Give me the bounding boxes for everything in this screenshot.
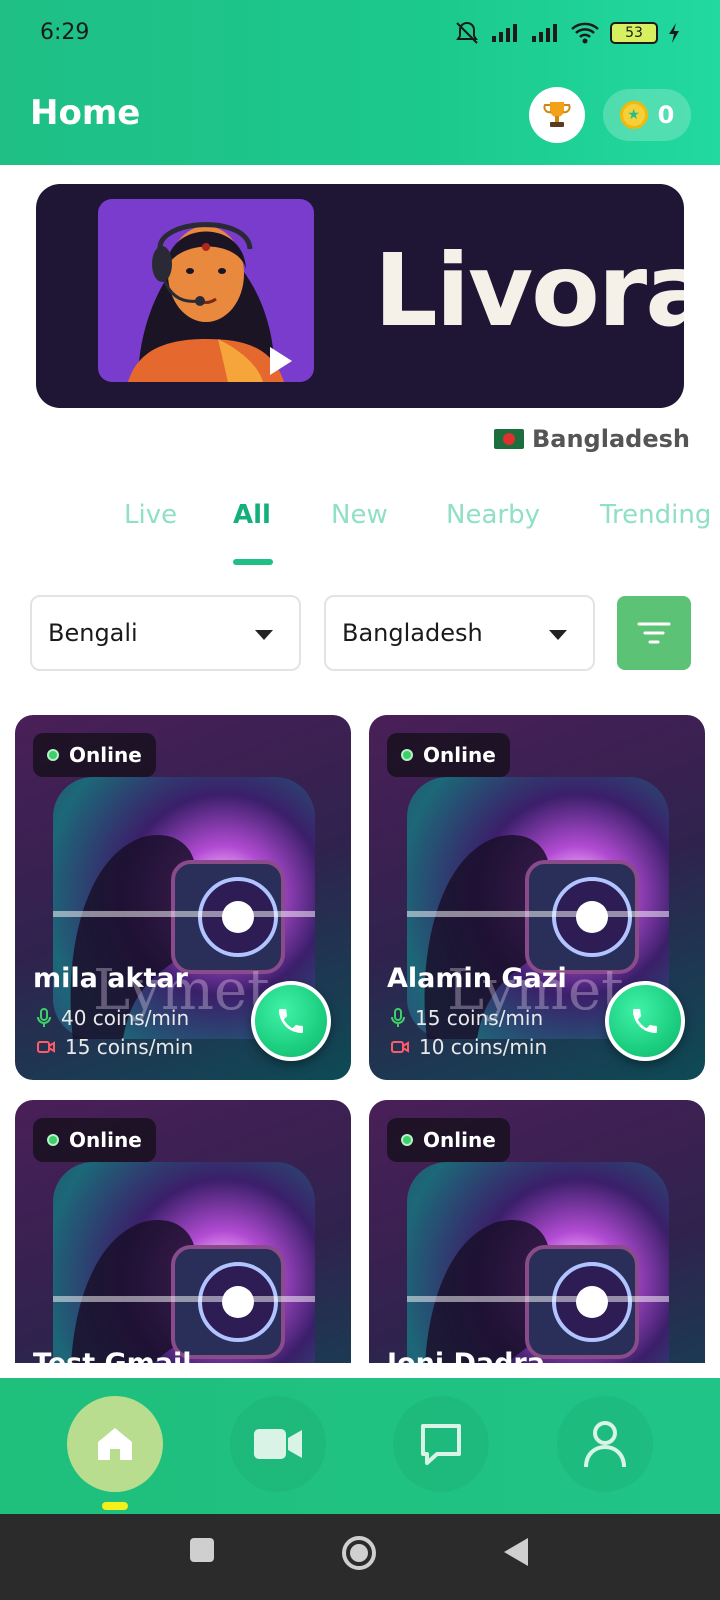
bangladesh-flag-icon	[493, 429, 524, 449]
microphone-icon	[391, 1008, 405, 1027]
online-status-badge: Online	[387, 1118, 510, 1162]
signal-icon	[492, 24, 517, 42]
nav-chat[interactable]	[393, 1396, 489, 1492]
banner-title: Livora	[374, 232, 684, 349]
promo-banner[interactable]: Livora	[36, 184, 684, 408]
filter-button[interactable]	[617, 596, 691, 670]
host-card[interactable]: Online Test Gmail	[15, 1100, 351, 1363]
trophy-icon	[543, 102, 571, 127]
country-select[interactable]: Bangladesh	[324, 595, 595, 671]
online-status-label: Online	[423, 743, 496, 767]
country-label: Bangladesh	[531, 425, 690, 453]
tab-trending[interactable]: Trending	[600, 500, 711, 530]
signal-icon-2	[532, 24, 557, 42]
video-rate-label: 15 coins/min	[65, 1035, 194, 1059]
recents-icon[interactable]	[188, 1536, 216, 1564]
filter-icon	[637, 622, 671, 644]
status-bar: 6:29 53	[40, 18, 680, 50]
country-select-value: Bangladesh	[342, 619, 483, 647]
profile-icon	[584, 1421, 626, 1468]
host-grid: Lymet Online mila aktar 40 coins/min 15 …	[0, 715, 720, 1363]
online-dot-icon	[401, 749, 413, 761]
nav-active-indicator	[102, 1502, 128, 1510]
audio-rate: 15 coins/min	[391, 1006, 543, 1030]
tab-new[interactable]: New	[331, 500, 388, 530]
tab-nearby[interactable]: Nearby	[446, 500, 540, 530]
back-icon[interactable]	[502, 1536, 530, 1568]
status-time: 6:29	[40, 20, 90, 45]
battery-indicator: 53	[610, 22, 658, 44]
charging-icon	[669, 23, 679, 43]
video-rate: 15 coins/min	[37, 1035, 193, 1059]
online-dot-icon	[47, 1134, 59, 1146]
host-name: mila aktar	[33, 963, 188, 994]
home-circle-icon[interactable]	[340, 1534, 378, 1572]
audio-rate-label: 15 coins/min	[415, 1006, 544, 1030]
mute-bell-icon	[456, 21, 478, 44]
banner-illustration	[98, 199, 314, 382]
host-name: Alamin Gazi	[387, 963, 567, 994]
nav-home[interactable]	[67, 1396, 163, 1492]
status-icons: 53	[454, 20, 680, 46]
online-status-label: Online	[69, 743, 142, 767]
host-avatar	[53, 1162, 315, 1363]
host-card[interactable]: Lymet Online mila aktar 40 coins/min 15 …	[15, 715, 351, 1080]
phone-icon	[279, 1009, 303, 1033]
language-select-value: Bengali	[48, 619, 138, 647]
host-name: Test Gmail	[33, 1348, 192, 1363]
bottom-navigation	[0, 1378, 720, 1514]
app-header: 6:29 53 Home ★ 0	[0, 0, 720, 165]
page-title: Home	[30, 93, 141, 133]
nav-profile[interactable]	[557, 1396, 653, 1492]
wifi-icon	[571, 22, 599, 44]
system-navigation-bar	[0, 1514, 720, 1600]
video-icon	[254, 1429, 302, 1459]
language-select[interactable]: Bengali	[30, 595, 301, 671]
coin-balance[interactable]: ★ 0	[603, 89, 691, 141]
phone-icon	[633, 1009, 657, 1033]
host-card[interactable]: Lymet Online Alamin Gazi 15 coins/min 10…	[369, 715, 705, 1080]
host-card[interactable]: Online Joni Dadra	[369, 1100, 705, 1363]
call-button[interactable]	[251, 981, 331, 1061]
current-country: Bangladesh	[493, 425, 690, 453]
online-status-label: Online	[423, 1128, 496, 1152]
video-rate-label: 10 coins/min	[419, 1035, 548, 1059]
online-dot-icon	[401, 1134, 413, 1146]
online-status-badge: Online	[387, 733, 510, 777]
home-icon	[98, 1428, 132, 1460]
call-button[interactable]	[605, 981, 685, 1061]
online-status-label: Online	[69, 1128, 142, 1152]
tab-live[interactable]: Live	[124, 500, 177, 530]
online-dot-icon	[47, 749, 59, 761]
leaderboard-button[interactable]	[529, 87, 585, 143]
tab-active-indicator	[233, 559, 273, 565]
video-rate: 10 coins/min	[391, 1035, 547, 1059]
dropdown-caret-icon	[255, 630, 273, 640]
video-camera-icon	[391, 1041, 409, 1053]
audio-rate-label: 40 coins/min	[61, 1006, 190, 1030]
nav-video[interactable]	[230, 1396, 326, 1492]
online-status-badge: Online	[33, 733, 156, 777]
category-tabs: Live All New Nearby Trending	[0, 500, 720, 570]
video-camera-icon	[37, 1041, 55, 1053]
microphone-icon	[37, 1008, 51, 1027]
host-name: Joni Dadra	[387, 1348, 545, 1363]
coin-count: 0	[657, 101, 675, 129]
dropdown-caret-icon	[549, 630, 567, 640]
audio-rate: 40 coins/min	[37, 1006, 189, 1030]
host-avatar	[407, 1162, 669, 1363]
star-coin-icon: ★	[619, 101, 648, 129]
online-status-badge: Online	[33, 1118, 156, 1162]
chat-icon	[421, 1424, 461, 1465]
tab-all[interactable]: All	[233, 500, 271, 530]
